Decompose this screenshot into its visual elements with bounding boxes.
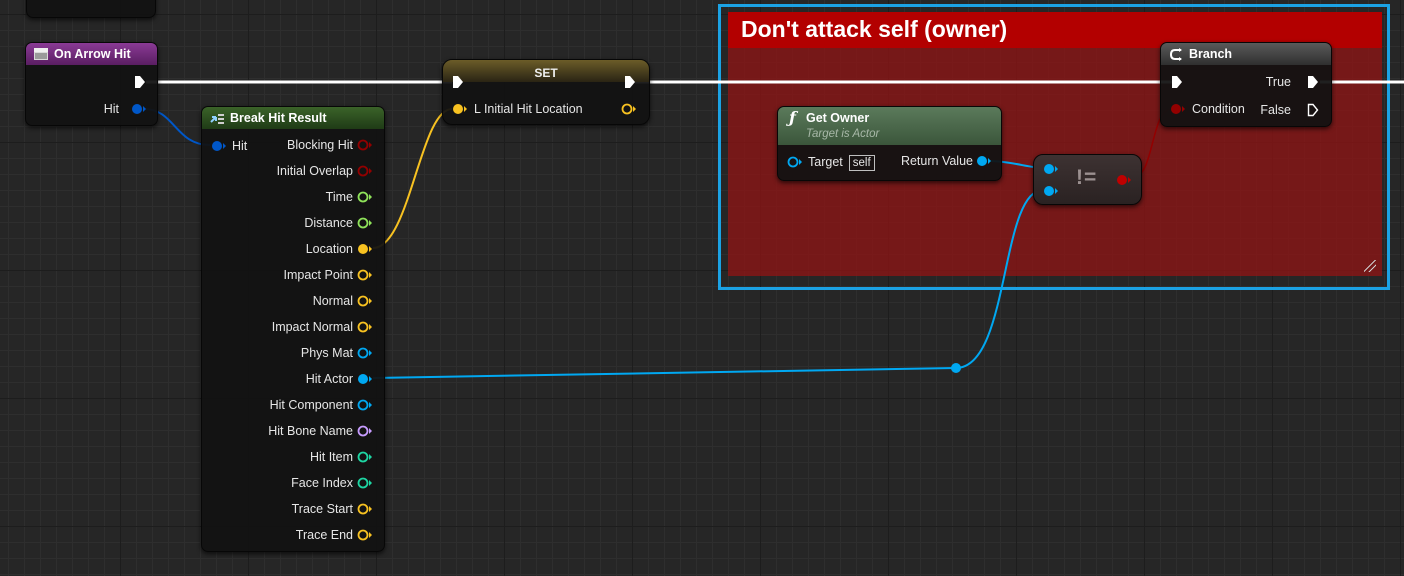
- break-output-label: Hit Item: [309, 450, 353, 464]
- break-output-pin-trace-start[interactable]: [357, 502, 373, 516]
- break-node-header[interactable]: Break Hit Result: [202, 107, 384, 129]
- break-output-pin-hit-component[interactable]: [357, 398, 373, 412]
- break-output-pin-impact-normal[interactable]: [357, 320, 373, 334]
- return-value-output-pin[interactable]: [976, 154, 992, 168]
- break-output-pin-hit-actor[interactable]: [357, 372, 373, 386]
- event-node-on-arrow-hit[interactable]: On Arrow Hit Hit: [25, 42, 158, 126]
- not-equal-bool-output-pin[interactable]: [1116, 173, 1132, 187]
- break-output-label: Impact Normal: [271, 320, 353, 334]
- break-output-label: Face Index: [291, 476, 353, 490]
- hit-struct-output-pin[interactable]: [131, 102, 147, 116]
- break-output-pin-hit-bone-name[interactable]: [357, 424, 373, 438]
- branch-false-exec-pin[interactable]: [1307, 103, 1319, 117]
- break-output-pin-distance[interactable]: [357, 216, 373, 230]
- break-output-label: Hit Actor: [305, 372, 353, 386]
- offscreen-node[interactable]: [26, 0, 156, 18]
- break-output-label: Blocking Hit: [287, 138, 353, 152]
- event-node-title: On Arrow Hit: [54, 47, 131, 61]
- break-output-pin-impact-point[interactable]: [357, 268, 373, 282]
- break-output-pin-hit-item[interactable]: [357, 450, 373, 464]
- function-icon: ƒ: [789, 108, 796, 127]
- get-owner-title: Get Owner: [806, 111, 870, 125]
- target-object-input-pin[interactable]: [787, 155, 803, 169]
- break-output-label: Normal: [312, 294, 353, 308]
- pin-label-hit-input: Hit: [232, 139, 248, 153]
- get-owner-subtitle: Target is Actor: [806, 128, 880, 140]
- set-vector-input-pin[interactable]: [452, 102, 468, 116]
- break-output-label: Time: [325, 190, 353, 204]
- break-output-pin-time[interactable]: [357, 190, 373, 204]
- wire-hit-actor: [372, 367, 957, 379]
- break-node-title: Break Hit Result: [230, 111, 327, 125]
- break-output-label: Hit Component: [269, 398, 353, 412]
- not-equal-node[interactable]: !=: [1033, 154, 1142, 205]
- branch-node-header[interactable]: Branch: [1161, 43, 1331, 65]
- not-equal-input-b-pin[interactable]: [1043, 184, 1059, 198]
- break-hit-result-node[interactable]: Break Hit Result Hit Blocking Hit Initial…: [201, 106, 385, 552]
- get-owner-node[interactable]: ƒ Get Owner Target is Actor Target self R…: [777, 106, 1002, 181]
- break-output-label: Hit Bone Name: [268, 424, 353, 438]
- not-equal-input-a-pin[interactable]: [1043, 162, 1059, 176]
- branch-condition-label: Condition: [1192, 102, 1245, 116]
- set-node-title: SET: [534, 66, 558, 80]
- event-icon: [34, 48, 48, 60]
- set-exec-output-pin[interactable]: [624, 75, 636, 89]
- break-output-pin-initial-overlap[interactable]: [357, 164, 373, 178]
- get-owner-header[interactable]: ƒ Get Owner Target is Actor: [778, 107, 1001, 145]
- condition-bool-input-pin[interactable]: [1170, 102, 1186, 116]
- break-output-pin-location[interactable]: [357, 242, 373, 256]
- target-pin-label: Target: [808, 155, 843, 169]
- target-self-value[interactable]: self: [848, 155, 875, 171]
- break-output-pin-phys-mat[interactable]: [357, 346, 373, 360]
- set-vector-output-pin[interactable]: [621, 102, 637, 116]
- reroute-node: [951, 363, 961, 373]
- break-output-pin-face-index[interactable]: [357, 476, 373, 490]
- break-output-pin-blocking-hit[interactable]: [357, 138, 373, 152]
- break-output-label: Trace Start: [291, 502, 353, 516]
- branch-true-label: True: [1265, 75, 1291, 89]
- break-output-label: Location: [305, 242, 353, 256]
- break-output-label: Trace End: [295, 528, 353, 542]
- set-node[interactable]: SET L Initial Hit Location: [442, 59, 650, 125]
- exec-output-pin[interactable]: [134, 75, 146, 89]
- hit-struct-input-pin[interactable]: [211, 139, 227, 153]
- branch-false-label: False: [1260, 103, 1291, 117]
- branch-node[interactable]: Branch True Condition False: [1160, 42, 1332, 127]
- branch-node-title: Branch: [1189, 47, 1233, 61]
- break-output-pin-normal[interactable]: [357, 294, 373, 308]
- break-output-pin-trace-end[interactable]: [357, 528, 373, 542]
- branch-exec-input-pin[interactable]: [1171, 75, 1183, 89]
- event-node-header[interactable]: On Arrow Hit: [26, 43, 157, 65]
- pin-label-hit: Hit: [103, 102, 119, 116]
- not-equal-symbol: !=: [1076, 166, 1098, 189]
- set-exec-input-pin[interactable]: [452, 75, 464, 89]
- break-struct-icon: [210, 114, 224, 124]
- break-output-label: Impact Point: [283, 268, 353, 282]
- branch-icon: [1169, 48, 1182, 61]
- break-output-label: Initial Overlap: [276, 164, 353, 178]
- break-output-label: Phys Mat: [300, 346, 353, 360]
- return-value-label: Return Value: [900, 154, 973, 168]
- branch-true-exec-pin[interactable]: [1307, 75, 1319, 89]
- set-variable-label: L Initial Hit Location: [474, 102, 583, 116]
- break-output-label: Distance: [304, 216, 353, 230]
